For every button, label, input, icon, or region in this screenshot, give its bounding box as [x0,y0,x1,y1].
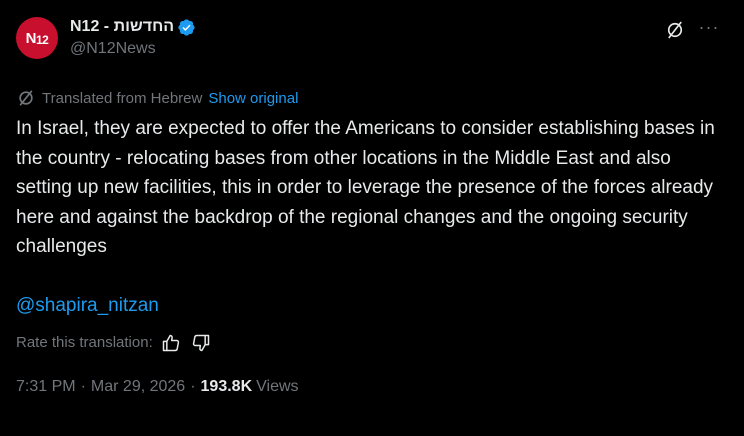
avatar-letter: N [25,29,37,47]
tweet-meta: 7:31 PM · Mar 29, 2026 · 193.8K Views [16,378,728,396]
header-actions: ··· [658,16,726,44]
translated-from-label: Translated from Hebrew [42,89,203,107]
tweet-text: In Israel, they are expected to offer th… [16,114,728,320]
tweet-header: N 12 החדשות - N12 @N12News ··· [16,14,728,74]
avatar-number: 12 [35,32,49,47]
tweet-time[interactable]: 7:31 PM [16,378,76,396]
views-count: 193.8K [200,377,253,395]
thumbs-up-icon[interactable] [161,333,181,353]
rate-translation: Rate this translation: [16,333,728,353]
tweet-body: In Israel, they are expected to offer th… [16,118,715,257]
tweet-date[interactable]: Mar 29, 2026 [91,378,185,396]
user-handle[interactable]: @N12News [70,40,196,58]
translation-notice: Translated from Hebrew Show original [16,88,728,108]
verified-badge-icon[interactable] [177,18,196,37]
more-icon[interactable]: ··· [692,13,726,41]
show-original-link[interactable]: Show original [208,90,298,107]
avatar[interactable]: N 12 [16,17,58,59]
grok-slash-icon[interactable] [658,16,692,44]
tweet: N 12 החדשות - N12 @N12News ··· Translate… [0,0,744,436]
translate-icon [16,88,36,108]
display-name[interactable]: החדשות - N12 [70,18,174,36]
author-info: החדשות - N12 @N12News [70,17,196,58]
mention-link[interactable]: @shapira_nitzan [16,291,728,320]
views-label: Views [256,377,299,395]
rate-translation-label: Rate this translation: [16,334,153,351]
separator-dot: · [80,377,86,395]
separator-dot: · [190,377,196,395]
thumbs-down-icon[interactable] [191,333,211,353]
name-row: החדשות - N12 [70,17,196,37]
